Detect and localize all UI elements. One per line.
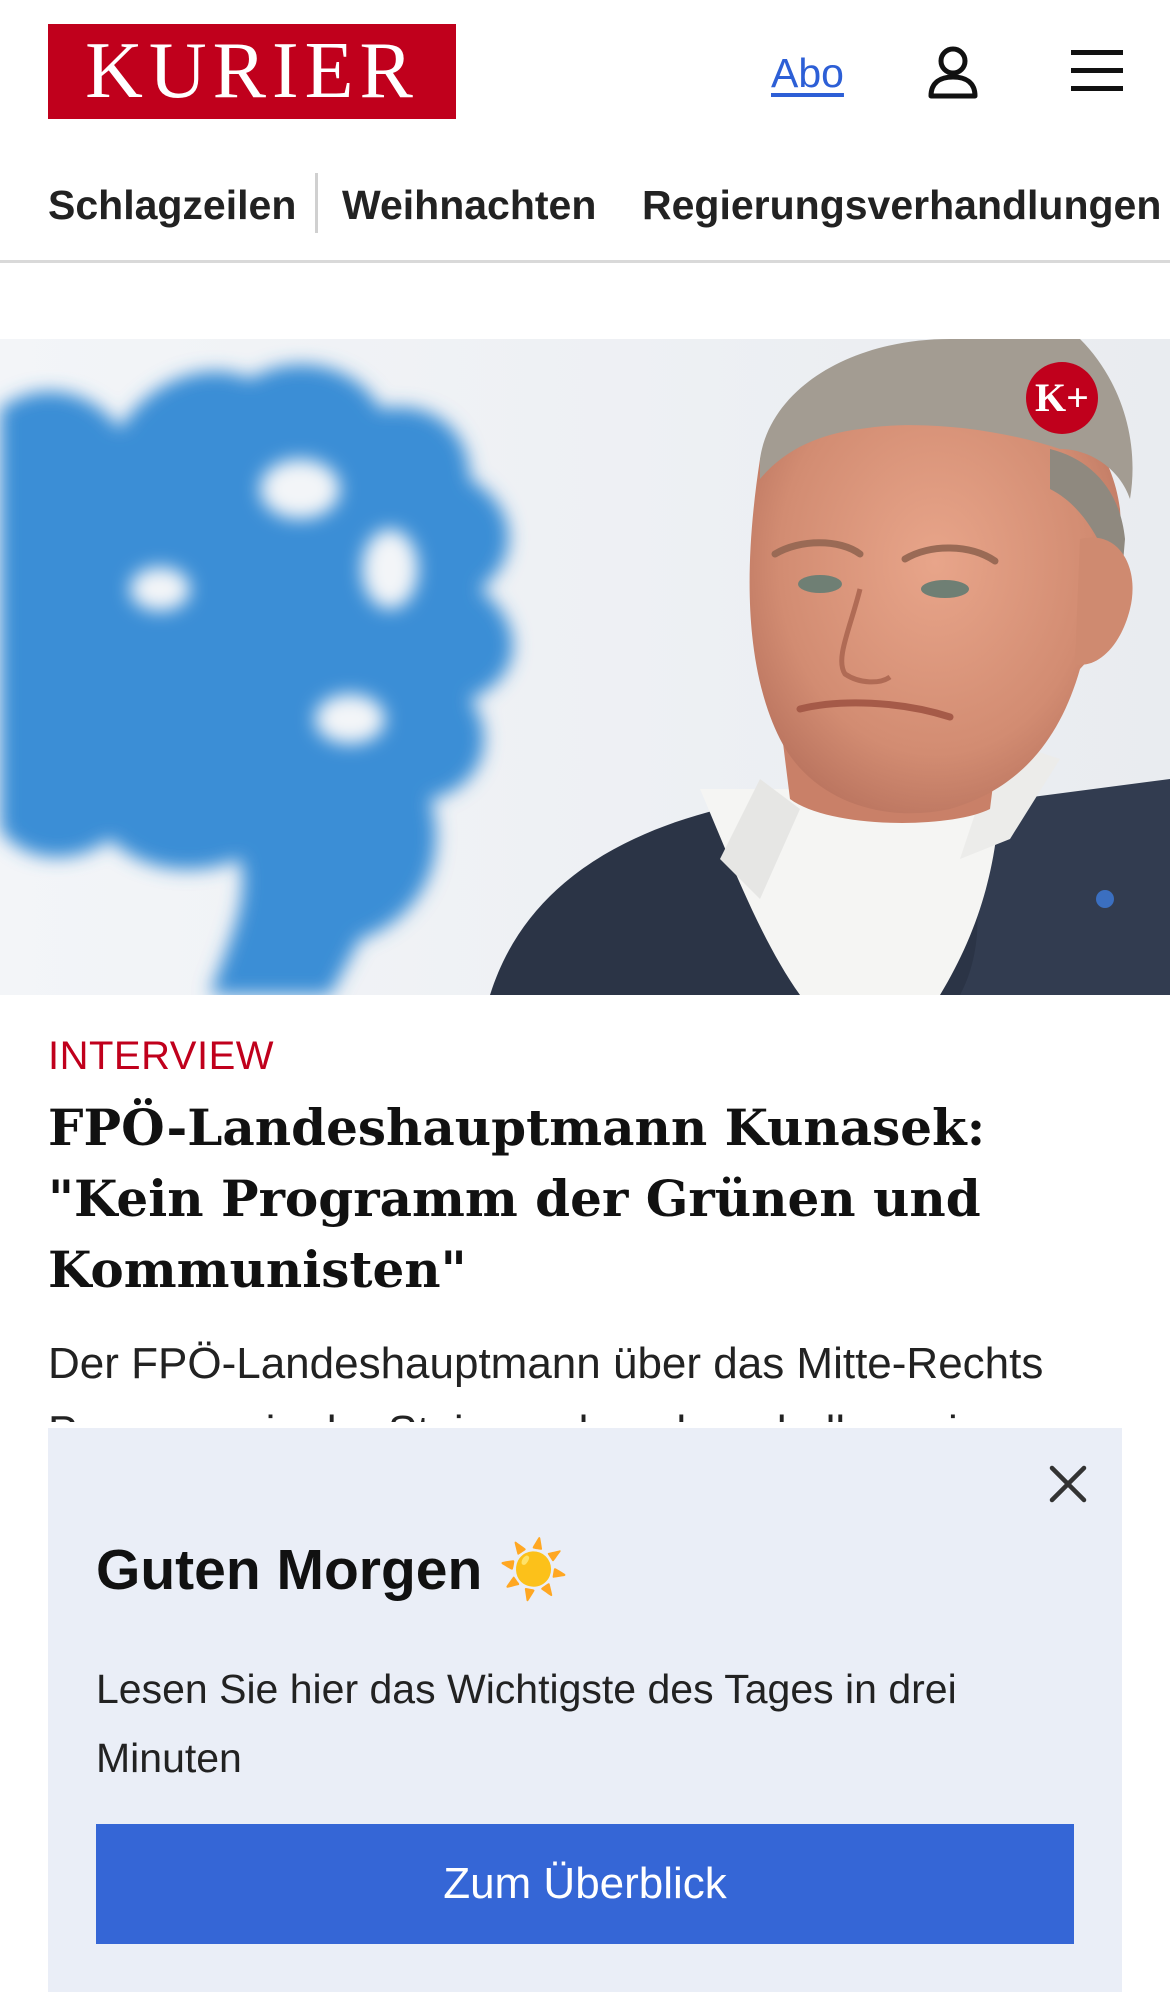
article-teaser: Der FPÖ-Landeshauptmann über das Mitte-R… xyxy=(48,1339,1044,1422)
nav-divider xyxy=(315,173,318,233)
site-header: KURIER Abo xyxy=(0,0,1170,145)
popup-title: Guten Morgen ☀️ xyxy=(96,1538,570,1602)
nav-item-schlagzeilen[interactable]: Schlagzeilen xyxy=(48,177,296,233)
article-hero-image[interactable] xyxy=(0,339,1170,995)
nav-item-weihnachten[interactable]: Weihnachten xyxy=(342,177,596,233)
article-kicker: INTERVIEW xyxy=(48,1034,275,1078)
user-icon[interactable] xyxy=(925,44,981,100)
kurier-logo[interactable]: KURIER xyxy=(48,24,456,119)
kplus-premium-badge: K+ xyxy=(1026,362,1098,434)
abo-link[interactable]: Abo xyxy=(771,48,844,98)
popup-text: Lesen Sie hier das Wichtigste des Tages … xyxy=(96,1666,957,1781)
hamburger-menu-icon[interactable] xyxy=(1071,48,1123,94)
topic-nav: Schlagzeilen Weihnachten Regierungsverha… xyxy=(0,165,1170,263)
close-icon[interactable] xyxy=(1044,1460,1092,1508)
nav-item-regierungsverhandlungen[interactable]: Regierungsverhandlungen xyxy=(642,177,1161,233)
zum-ueberblick-button[interactable]: Zum Überblick xyxy=(96,1824,1074,1944)
article-headline[interactable]: FPÖ-Landeshauptmann Kunasek: "Kein Progr… xyxy=(48,1092,1118,1305)
